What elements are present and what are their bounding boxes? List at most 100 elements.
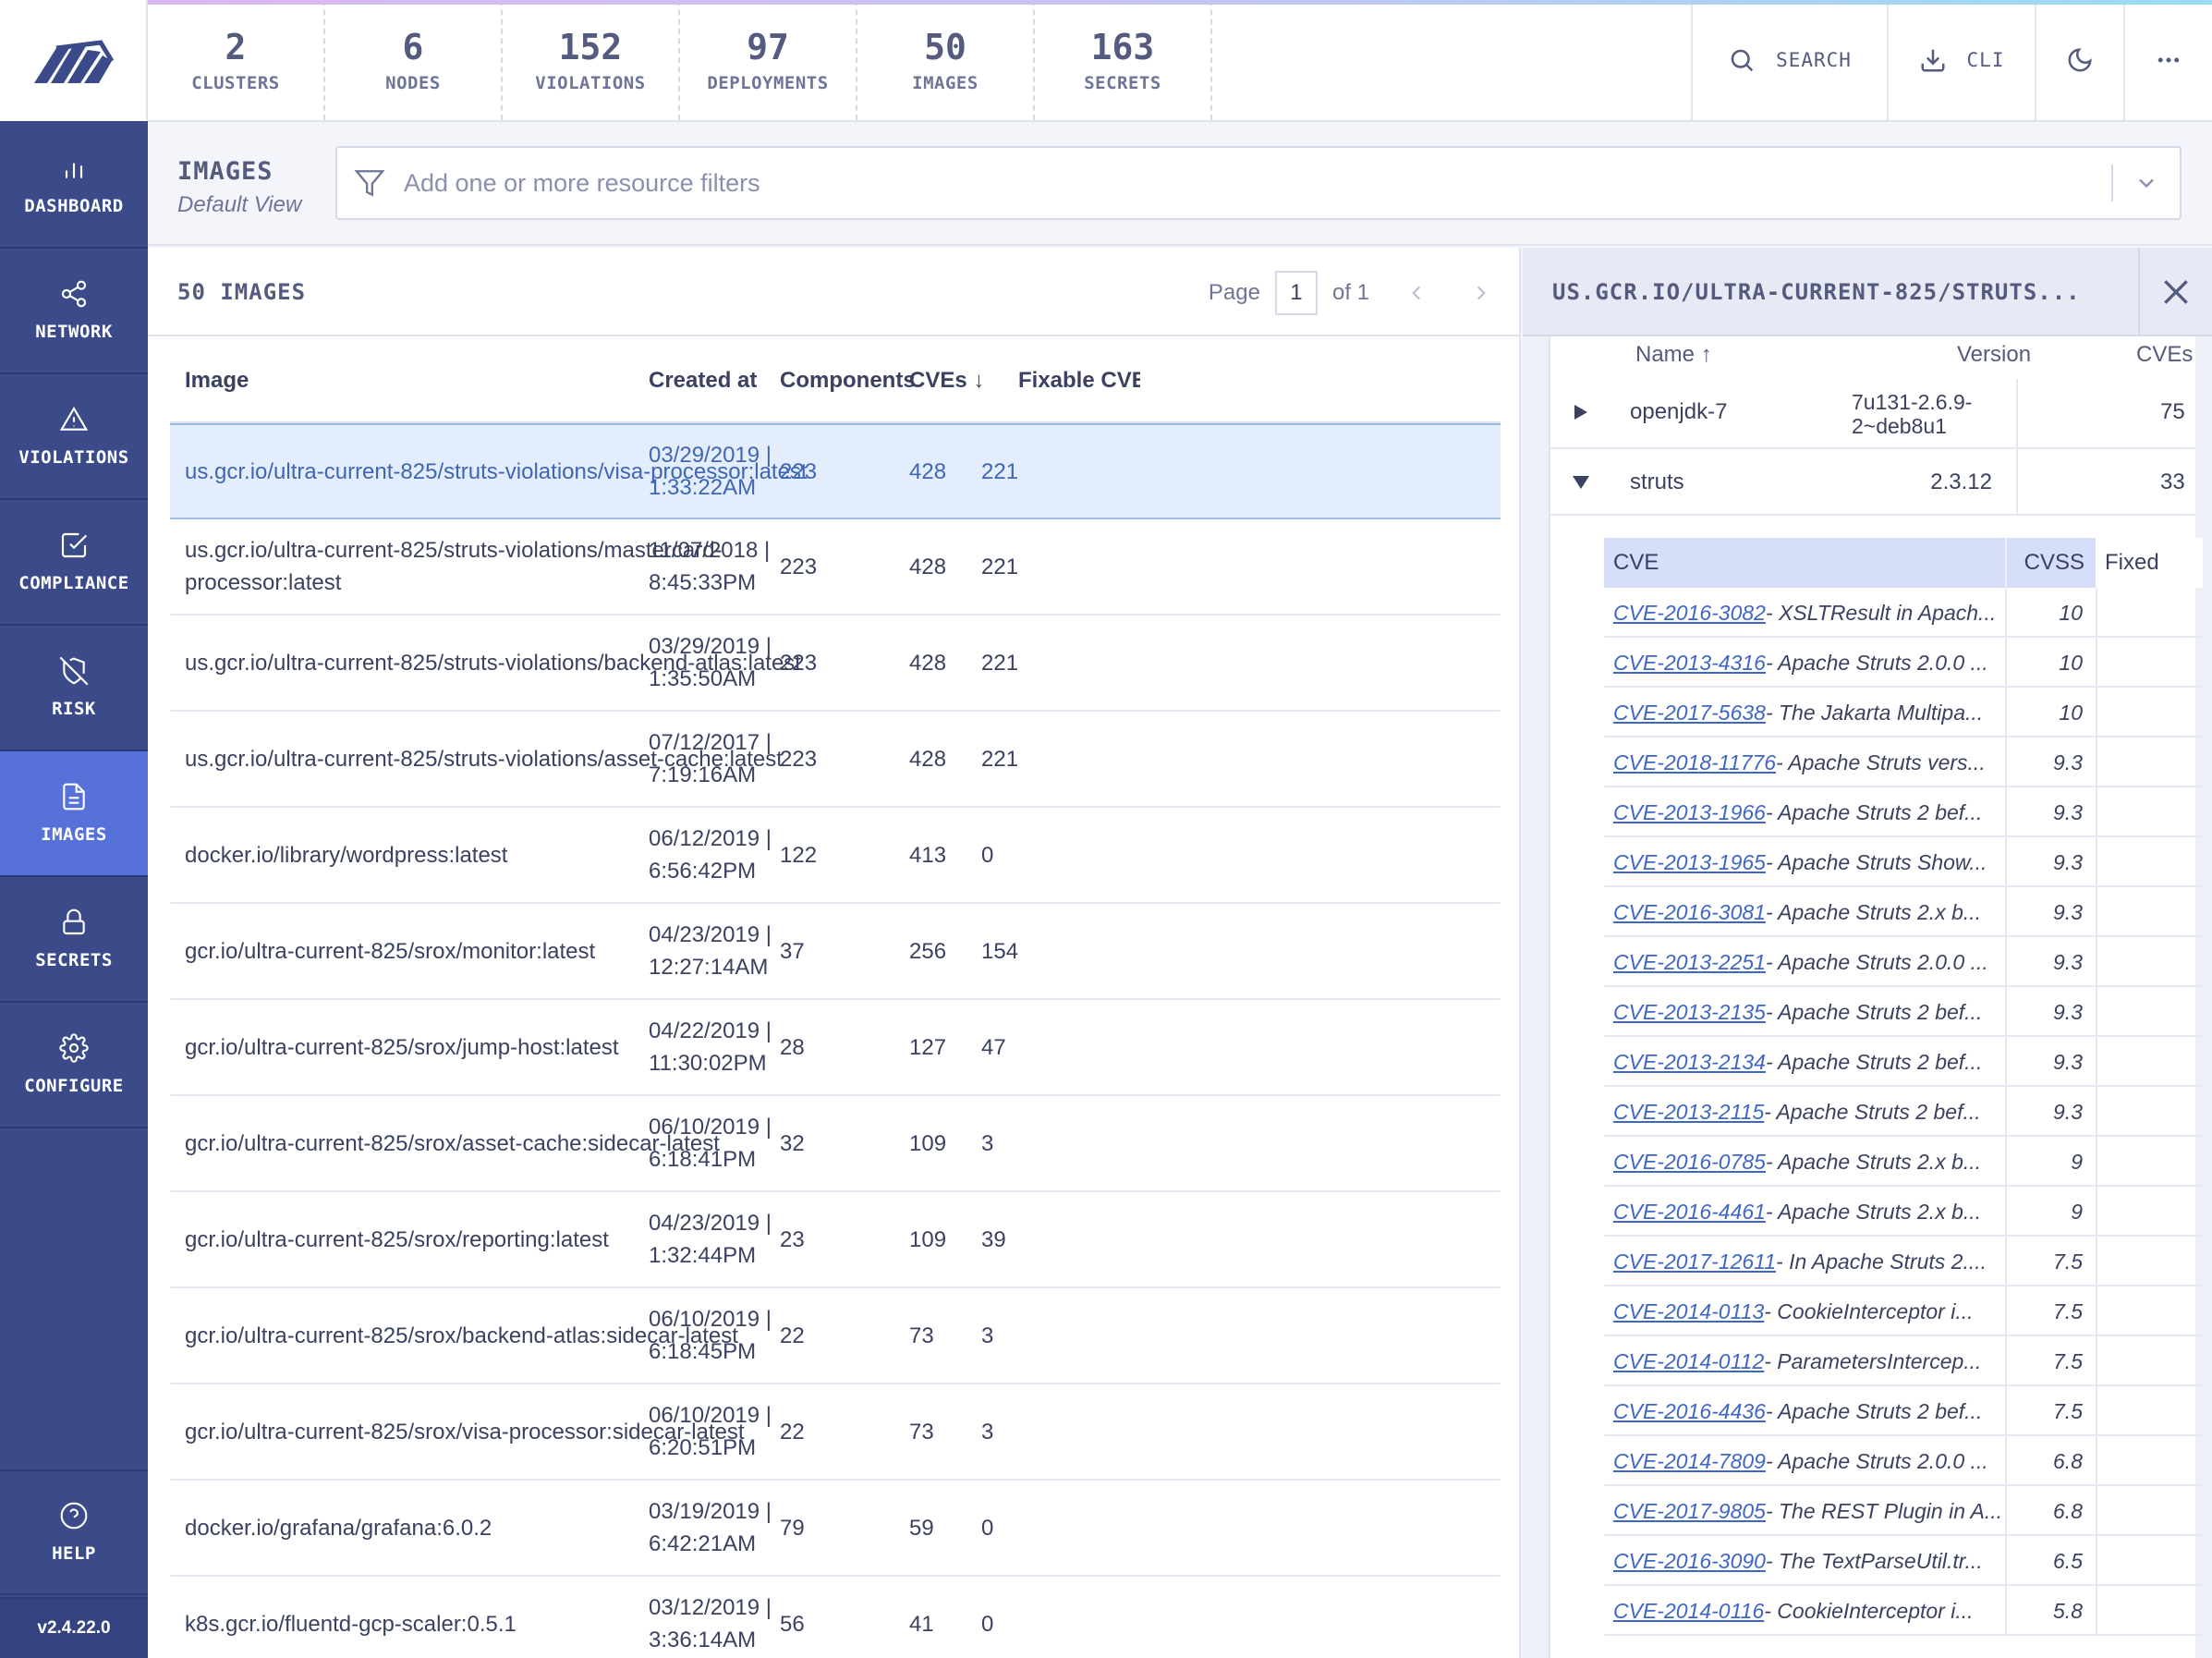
table-row[interactable]: docker.io/grafana/grafana:6.0.2 03/19/20… bbox=[170, 1481, 1501, 1577]
collapse-icon[interactable] bbox=[1571, 449, 1591, 516]
cve-row[interactable]: CVE-2014-0112- ParametersIntercep... 7.5 bbox=[1604, 1336, 2203, 1386]
table-row[interactable]: k8s.gcr.io/fluentd-gcp-scaler:0.5.1 03/1… bbox=[170, 1577, 1501, 1658]
cvss-score: 7.5 bbox=[2005, 1237, 2094, 1286]
column-version[interactable]: Version bbox=[1957, 342, 2031, 368]
cve-row[interactable]: CVE-2017-12611- In Apache Struts 2.... 7.… bbox=[1604, 1237, 2203, 1286]
nav-compliance[interactable]: COMPLIANCE bbox=[0, 500, 148, 626]
cve-row[interactable]: CVE-2014-0116- CookieInterceptor i... 5.8 bbox=[1604, 1586, 2203, 1636]
cve-row[interactable]: CVE-2016-4436- Apache Struts 2 bef... 7.5 bbox=[1604, 1386, 2203, 1436]
cve-link[interactable]: CVE-2013-1965 bbox=[1613, 850, 1766, 875]
nav-secrets[interactable]: SECRETS bbox=[0, 877, 148, 1003]
cve-row[interactable]: CVE-2013-2134- Apache Struts 2 bef... 9.3 bbox=[1604, 1037, 2203, 1087]
summary-clusters[interactable]: 2 CLUSTERS bbox=[148, 0, 325, 120]
cve-row[interactable]: CVE-2013-1966- Apache Struts 2 bef... 9.3 bbox=[1604, 787, 2203, 837]
cve-link[interactable]: CVE-2016-3081 bbox=[1613, 900, 1766, 925]
component-row[interactable]: openjdk-7 7u131-2.6.9-2~deb8u1 75 bbox=[1550, 379, 2197, 449]
cve-link[interactable]: CVE-2014-0113 bbox=[1613, 1299, 1764, 1324]
column-fixable-cves[interactable]: Fixable CVE bbox=[1018, 368, 1140, 394]
summary-nodes[interactable]: 6 NODES bbox=[325, 0, 503, 120]
cve-link[interactable]: CVE-2016-3082 bbox=[1613, 601, 1766, 626]
column-image[interactable]: Image bbox=[185, 368, 249, 394]
nav-help[interactable]: HELP bbox=[0, 1469, 148, 1595]
cli-button[interactable]: CLI bbox=[1887, 0, 2035, 120]
cve-link[interactable]: CVE-2014-7809 bbox=[1613, 1449, 1766, 1474]
chevron-right-icon[interactable] bbox=[1469, 278, 1493, 308]
nav-network[interactable]: NETWORK bbox=[0, 249, 148, 374]
chevron-left-icon[interactable] bbox=[1404, 278, 1428, 308]
nav-images[interactable]: IMAGES bbox=[0, 751, 148, 877]
cve-link[interactable]: CVE-2017-12611 bbox=[1613, 1250, 1776, 1274]
chevron-down-icon[interactable] bbox=[2133, 170, 2159, 196]
column-fixed[interactable]: Fixed bbox=[2096, 538, 2203, 588]
cve-link[interactable]: CVE-2017-5638 bbox=[1613, 701, 1766, 725]
column-component-cves[interactable]: CVEs bbox=[2136, 342, 2193, 368]
components-count: 79 bbox=[780, 1515, 805, 1541]
nav-configure[interactable]: CONFIGURE bbox=[0, 1003, 148, 1128]
table-row[interactable]: gcr.io/ultra-current-825/srox/monitor:la… bbox=[170, 904, 1501, 1000]
search-button[interactable]: SEARCH bbox=[1691, 0, 1887, 120]
nav-violations[interactable]: VIOLATIONS bbox=[0, 374, 148, 500]
column-cve[interactable]: CVE bbox=[1613, 538, 1659, 588]
cve-row[interactable]: CVE-2016-4461- Apache Struts 2.x b... 9 bbox=[1604, 1187, 2203, 1237]
cve-link[interactable]: CVE-2013-1966 bbox=[1613, 800, 1766, 825]
table-row[interactable]: gcr.io/ultra-current-825/srox/asset-cach… bbox=[170, 1096, 1501, 1192]
cve-row[interactable]: CVE-2017-9805- The REST Plugin in A... 6.… bbox=[1604, 1486, 2203, 1536]
cve-link[interactable]: CVE-2018-11776 bbox=[1613, 750, 1776, 775]
page-number-input[interactable]: 1 bbox=[1274, 271, 1318, 315]
cve-row[interactable]: CVE-2016-3082- XSLTResult in Apach... 10 bbox=[1604, 588, 2203, 638]
search-filter-input[interactable]: Add one or more resource filters bbox=[335, 146, 2182, 220]
cve-link[interactable]: CVE-2016-4436 bbox=[1613, 1399, 1766, 1424]
nav-dashboard[interactable]: DASHBOARD bbox=[0, 123, 148, 249]
cve-link[interactable]: CVE-2016-4461 bbox=[1613, 1200, 1766, 1225]
cve-row[interactable]: CVE-2016-3090- The TextParseUtil.tr... 6.… bbox=[1604, 1536, 2203, 1586]
summary-secrets[interactable]: 163 SECRETS bbox=[1035, 0, 1212, 120]
summary-violations[interactable]: 152 VIOLATIONS bbox=[503, 0, 680, 120]
component-row[interactable]: struts 2.3.12 33 bbox=[1550, 449, 2197, 516]
cve-row[interactable]: CVE-2013-2251- Apache Struts 2.0.0 ... 9.… bbox=[1604, 937, 2203, 987]
table-row[interactable]: us.gcr.io/ultra-current-825/struts-viola… bbox=[170, 712, 1501, 808]
summary-deployments[interactable]: 97 DEPLOYMENTS bbox=[680, 0, 857, 120]
cve-row[interactable]: CVE-2017-5638- The Jakarta Multipa... 10 bbox=[1604, 688, 2203, 738]
theme-toggle-button[interactable] bbox=[2035, 0, 2123, 120]
cve-link[interactable]: CVE-2016-3090 bbox=[1613, 1549, 1766, 1574]
column-components[interactable]: Components bbox=[780, 368, 916, 394]
cve-link[interactable]: CVE-2013-4316 bbox=[1613, 651, 1766, 676]
cve-row[interactable]: CVE-2016-0785- Apache Struts 2.x b... 9 bbox=[1604, 1137, 2203, 1187]
cve-link[interactable]: CVE-2013-2251 bbox=[1613, 950, 1766, 975]
more-menu-button[interactable] bbox=[2123, 0, 2212, 120]
cve-row[interactable]: CVE-2016-3081- Apache Struts 2.x b... 9.3 bbox=[1604, 887, 2203, 937]
cve-row[interactable]: CVE-2013-1965- Apache Struts Show... 9.3 bbox=[1604, 837, 2203, 887]
cve-row[interactable]: CVE-2014-7809- Apache Struts 2.0.0 ... 6.… bbox=[1604, 1436, 2203, 1486]
cve-link[interactable]: CVE-2013-2115 bbox=[1613, 1100, 1764, 1125]
table-row[interactable]: gcr.io/ultra-current-825/srox/backend-at… bbox=[170, 1288, 1501, 1384]
cve-cell: CVE-2017-12611- In Apache Struts 2.... bbox=[1613, 1237, 2012, 1286]
cve-link[interactable]: CVE-2014-0112 bbox=[1613, 1349, 1764, 1374]
table-row[interactable]: us.gcr.io/ultra-current-825/struts-viola… bbox=[170, 519, 1501, 616]
table-row[interactable]: docker.io/library/wordpress:latest 06/12… bbox=[170, 808, 1501, 904]
cve-row[interactable]: CVE-2013-4316- Apache Struts 2.0.0 ... 10 bbox=[1604, 638, 2203, 688]
cve-link[interactable]: CVE-2013-2135 bbox=[1613, 1000, 1766, 1025]
cve-link[interactable]: CVE-2017-9805 bbox=[1613, 1499, 1766, 1524]
summary-images[interactable]: 50 IMAGES bbox=[857, 0, 1035, 120]
table-row[interactable]: gcr.io/ultra-current-825/srox/visa-proce… bbox=[170, 1384, 1501, 1481]
table-row[interactable]: us.gcr.io/ultra-current-825/struts-viola… bbox=[170, 616, 1501, 712]
table-row[interactable]: gcr.io/ultra-current-825/srox/reporting:… bbox=[170, 1192, 1501, 1288]
cve-link[interactable]: CVE-2016-0785 bbox=[1613, 1150, 1766, 1175]
cve-description: - Apache Struts 2.0.0 ... bbox=[1765, 650, 1988, 675]
column-cves[interactable]: CVEs ↓ bbox=[909, 368, 984, 394]
cve-row[interactable]: CVE-2014-0113- CookieInterceptor i... 7.5 bbox=[1604, 1286, 2203, 1336]
close-button[interactable] bbox=[2138, 248, 2212, 336]
cve-link[interactable]: CVE-2013-2134 bbox=[1613, 1050, 1766, 1075]
table-row[interactable]: gcr.io/ultra-current-825/srox/jump-host:… bbox=[170, 1000, 1501, 1096]
logo[interactable] bbox=[0, 0, 148, 121]
cve-row[interactable]: CVE-2013-2135- Apache Struts 2 bef... 9.3 bbox=[1604, 987, 2203, 1037]
cve-link[interactable]: CVE-2014-0116 bbox=[1613, 1599, 1764, 1624]
column-name[interactable]: Name ↑ bbox=[1635, 342, 1712, 368]
cve-row[interactable]: CVE-2018-11776- Apache Struts vers... 9.3 bbox=[1604, 738, 2203, 787]
nav-risk[interactable]: RISK bbox=[0, 626, 148, 751]
table-row[interactable]: us.gcr.io/ultra-current-825/struts-viola… bbox=[170, 423, 1501, 519]
column-cvss[interactable]: CVSS bbox=[2005, 538, 2094, 588]
column-created-at[interactable]: Created at bbox=[649, 368, 757, 394]
expand-icon[interactable] bbox=[1573, 379, 1589, 445]
cve-row[interactable]: CVE-2013-2115- Apache Struts 2 bef... 9.3 bbox=[1604, 1087, 2203, 1137]
